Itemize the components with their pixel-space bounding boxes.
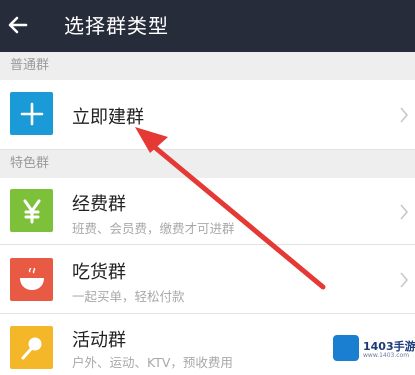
section-header-special: 特色群 — [0, 150, 415, 178]
yen-icon — [10, 189, 53, 232]
arrow-left-icon[interactable] — [6, 13, 30, 37]
expense-group-row[interactable]: 经费群 班费、会员费，缴费才可进群 — [0, 178, 415, 245]
section-header-normal: 普通群 — [0, 52, 415, 80]
chevron-right-icon — [400, 107, 409, 123]
page-title: 选择群类型 — [64, 14, 169, 38]
expense-group-title: 经费群 — [72, 194, 126, 215]
activity-group-subtitle: 户外、运动、KTV，预收费用 — [72, 355, 233, 370]
create-group-row[interactable]: 立即建群 — [0, 80, 415, 150]
food-group-title: 吃货群 — [72, 262, 126, 283]
site-logo-icon — [333, 335, 359, 361]
plus-icon — [10, 92, 53, 135]
bowl-icon — [10, 258, 53, 301]
chevron-right-icon — [400, 272, 409, 288]
food-group-row[interactable]: 吃货群 一起买单，轻松付款 — [0, 245, 415, 314]
activity-group-title: 活动群 — [72, 330, 126, 351]
food-group-subtitle: 一起买单，轻松付款 — [72, 289, 185, 304]
chevron-right-icon — [400, 204, 409, 220]
expense-group-subtitle: 班费、会员费，缴费才可进群 — [72, 221, 235, 236]
watermark-url: www.1403.com — [363, 352, 410, 359]
watermark-logo: 1403手游网 www.1403.com — [327, 328, 415, 368]
top-app-bar: 选择群类型 — [0, 0, 415, 52]
lollipop-icon — [10, 326, 53, 369]
create-group-title: 立即建群 — [72, 107, 144, 128]
